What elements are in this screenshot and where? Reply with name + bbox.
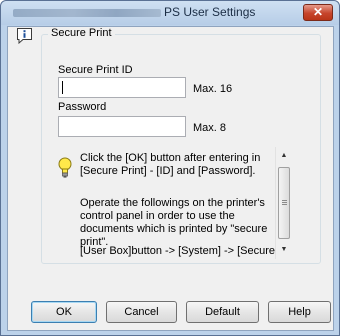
instruction-paragraph-panel: Operate the followings on the printer's … xyxy=(80,197,268,248)
window-title: PS User Settings xyxy=(164,5,256,19)
password-max-hint: Max. 8 xyxy=(193,122,227,134)
lightbulb-icon xyxy=(58,157,72,178)
scroll-down-arrow-icon[interactable]: ▼ xyxy=(279,245,289,255)
thumb-grip-line xyxy=(282,200,287,201)
title-bar: PS User Settings ✕ xyxy=(1,1,339,25)
instruction-paragraph-path: [User Box]button -> [System] -> [Secure xyxy=(80,245,276,257)
secure-print-id-max-hint: Max. 16 xyxy=(193,83,233,95)
thumb-grip-line xyxy=(282,204,287,205)
default-button[interactable]: Default xyxy=(186,301,259,323)
close-button[interactable]: ✕ xyxy=(303,4,333,21)
password-label: Password xyxy=(58,101,107,113)
password-field[interactable] xyxy=(58,116,186,137)
cancel-button[interactable]: Cancel xyxy=(106,301,177,323)
secure-print-id-label: Secure Print ID xyxy=(58,64,133,76)
text-caret xyxy=(62,81,63,94)
instructions-scrollbar[interactable]: ▲ ▼ xyxy=(275,147,291,259)
info-icon xyxy=(17,28,32,44)
scroll-thumb[interactable] xyxy=(278,167,290,239)
thumb-grip-line xyxy=(282,202,287,203)
instruction-paragraph-ok: Click the [OK] button after entering in … xyxy=(80,152,261,177)
title-printer-model xyxy=(13,9,161,17)
help-button[interactable]: Help xyxy=(268,301,331,323)
instructions-box[interactable]: Click the [OK] button after entering in … xyxy=(58,147,290,259)
secure-print-legend: Secure Print xyxy=(48,27,115,39)
scroll-up-arrow-icon[interactable]: ▲ xyxy=(279,151,289,161)
ok-button[interactable]: OK xyxy=(31,301,97,323)
secure-print-id-field[interactable] xyxy=(58,77,186,98)
